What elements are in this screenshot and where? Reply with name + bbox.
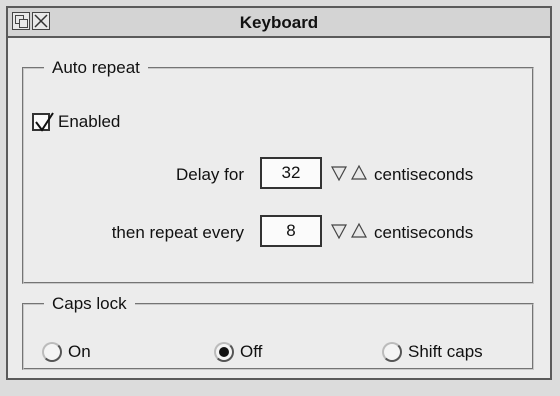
down-arrow-icon[interactable] xyxy=(330,222,348,240)
auto-repeat-legend: Auto repeat xyxy=(52,58,140,77)
caps-on-label[interactable]: On xyxy=(68,342,91,362)
delay-input[interactable]: 32 xyxy=(260,157,322,189)
keyboard-window: Keyboard Auto repeat Enabled Delay for 3… xyxy=(6,6,552,380)
caps-shift-radio[interactable] xyxy=(382,342,402,362)
window-content: Auto repeat Enabled Delay for 32 centise… xyxy=(8,38,550,378)
up-arrow-icon[interactable] xyxy=(350,222,368,240)
repeat-input[interactable]: 8 xyxy=(260,215,322,247)
window-title: Keyboard xyxy=(239,13,319,32)
down-arrow-icon[interactable] xyxy=(330,164,348,182)
repeat-unit-label: centiseconds xyxy=(374,223,474,242)
up-arrow-icon[interactable] xyxy=(350,164,368,182)
delay-unit-label: centiseconds xyxy=(374,165,474,184)
repeat-label: then repeat every xyxy=(111,223,244,242)
caps-on-radio[interactable] xyxy=(42,342,62,362)
caps-lock-legend: Caps lock xyxy=(52,294,127,313)
checkmark-icon xyxy=(35,112,54,132)
delay-label: Delay for xyxy=(175,165,244,184)
caps-off-radio[interactable] xyxy=(214,342,234,362)
title-bar[interactable]: Keyboard xyxy=(8,8,550,38)
enabled-label[interactable]: Enabled xyxy=(58,112,120,132)
caps-shift-label[interactable]: Shift caps xyxy=(408,342,483,362)
enabled-checkbox[interactable] xyxy=(32,112,54,132)
caps-off-label[interactable]: Off xyxy=(240,342,262,362)
